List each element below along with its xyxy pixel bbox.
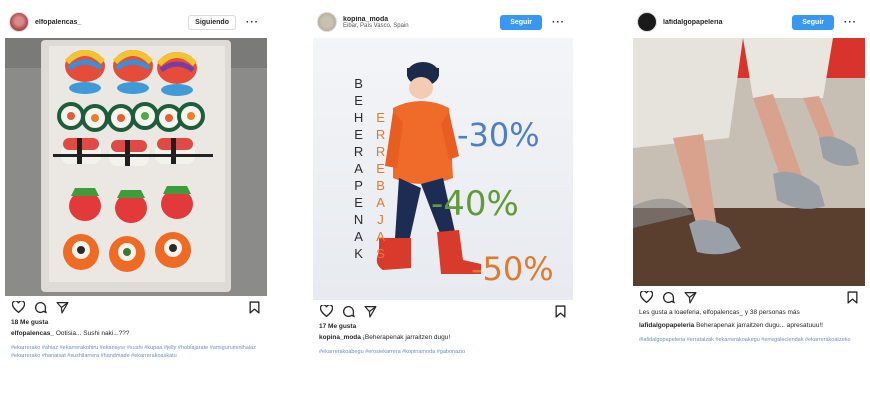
heart-icon[interactable] (639, 290, 653, 304)
sushi-felt-photo (5, 38, 267, 296)
action-bar (633, 286, 865, 308)
comment-icon[interactable] (661, 290, 675, 304)
discount-40: -40% (431, 184, 519, 224)
username[interactable]: elfopalencas_ (35, 19, 182, 26)
caption-text: Beherapenak jarraitzen dugu... apresatuu… (696, 321, 823, 329)
action-bar (5, 296, 267, 318)
caption: elfopalencas_ Ootisia... Sushi naki...??… (5, 330, 267, 339)
likes-summary[interactable]: Les gusta a loaeferia, elfopalencas_ y 3… (633, 309, 865, 318)
post-header: kopina_moda Eibar, País Vasco, Spain Seg… (313, 6, 573, 38)
hashtags[interactable]: #ekarrerako #ahiaz #ekarrerakohiru #ekar… (5, 345, 267, 361)
sale-word-vertical-2: ERREBAJAS (373, 110, 389, 263)
avatar[interactable] (317, 12, 337, 32)
sneakers-photo (633, 38, 865, 286)
bookmark-icon[interactable] (845, 290, 859, 304)
heart-icon[interactable] (11, 300, 25, 314)
caption-username[interactable]: lafidalgopapeleria (639, 322, 694, 329)
location[interactable]: Eibar, País Vasco, Spain (343, 23, 494, 29)
username[interactable]: kopina_moda (343, 16, 494, 23)
caption: kopina_moda ¡Beherapenak jarraitzen dugu… (313, 334, 573, 343)
post-card-3: lafidalgopapeleria Seguir ··· Les gusta … (633, 6, 865, 345)
avatar[interactable] (637, 12, 657, 32)
bookmark-icon[interactable] (553, 304, 567, 318)
hashtags[interactable]: #ekarrerakoabegu #erosiekarrera #kopinam… (313, 349, 573, 357)
following-button[interactable]: Siguiendo (188, 14, 236, 30)
follow-button[interactable]: Seguir (792, 14, 834, 30)
share-icon[interactable] (55, 300, 69, 314)
share-icon[interactable] (363, 304, 377, 318)
follow-button[interactable]: Seguir (500, 14, 542, 30)
sale-word-2: ERREBAJAS (373, 110, 389, 263)
likes-count[interactable]: 18 Me gusta (5, 319, 267, 326)
heart-icon[interactable] (319, 304, 333, 318)
caption-username[interactable]: kopina_moda (319, 334, 361, 341)
comment-icon[interactable] (341, 304, 355, 318)
avatar[interactable] (9, 12, 29, 32)
post-header: lafidalgopapeleria Seguir ··· (633, 6, 865, 38)
post-image[interactable] (5, 38, 267, 296)
more-options-icon[interactable]: ··· (840, 17, 861, 28)
hashtags[interactable]: #lafidalgopapeleria #errataizak #ekarrer… (633, 337, 865, 345)
action-bar (313, 300, 573, 322)
likes-count[interactable]: 17 Me gusta (313, 323, 573, 330)
comment-icon[interactable] (33, 300, 47, 314)
caption-username[interactable]: elfopalencas_ (11, 330, 54, 337)
post-image[interactable]: BEHERAPENAK ERREBAJAS -30% -40% -50% (313, 38, 573, 300)
sale-word-1: BEHERAPENAK (351, 76, 367, 263)
username[interactable]: lafidalgopapeleria (663, 19, 786, 26)
discount-50: -50% (471, 250, 554, 288)
more-options-icon[interactable]: ··· (548, 17, 569, 28)
discount-30: -30% (457, 116, 540, 154)
post-card-2: kopina_moda Eibar, País Vasco, Spain Seg… (313, 6, 573, 357)
bookmark-icon[interactable] (247, 300, 261, 314)
share-icon[interactable] (683, 290, 697, 304)
caption-text: ¡Beherapenak jarraitzen dugu! (362, 334, 451, 341)
sale-word-vertical-1: BEHERAPENAK (351, 76, 367, 263)
caption: lafidalgopapeleria Beherapenak jarraitze… (633, 322, 865, 331)
more-options-icon[interactable]: ··· (242, 17, 263, 28)
caption-text: Ootisia... Sushi naki...??? (55, 330, 130, 337)
post-header: elfopalencas_ Siguiendo ··· (5, 6, 267, 38)
post-card-1: elfopalencas_ Siguiendo ··· 18 Me gusta … (5, 6, 267, 361)
post-image[interactable] (633, 38, 865, 286)
